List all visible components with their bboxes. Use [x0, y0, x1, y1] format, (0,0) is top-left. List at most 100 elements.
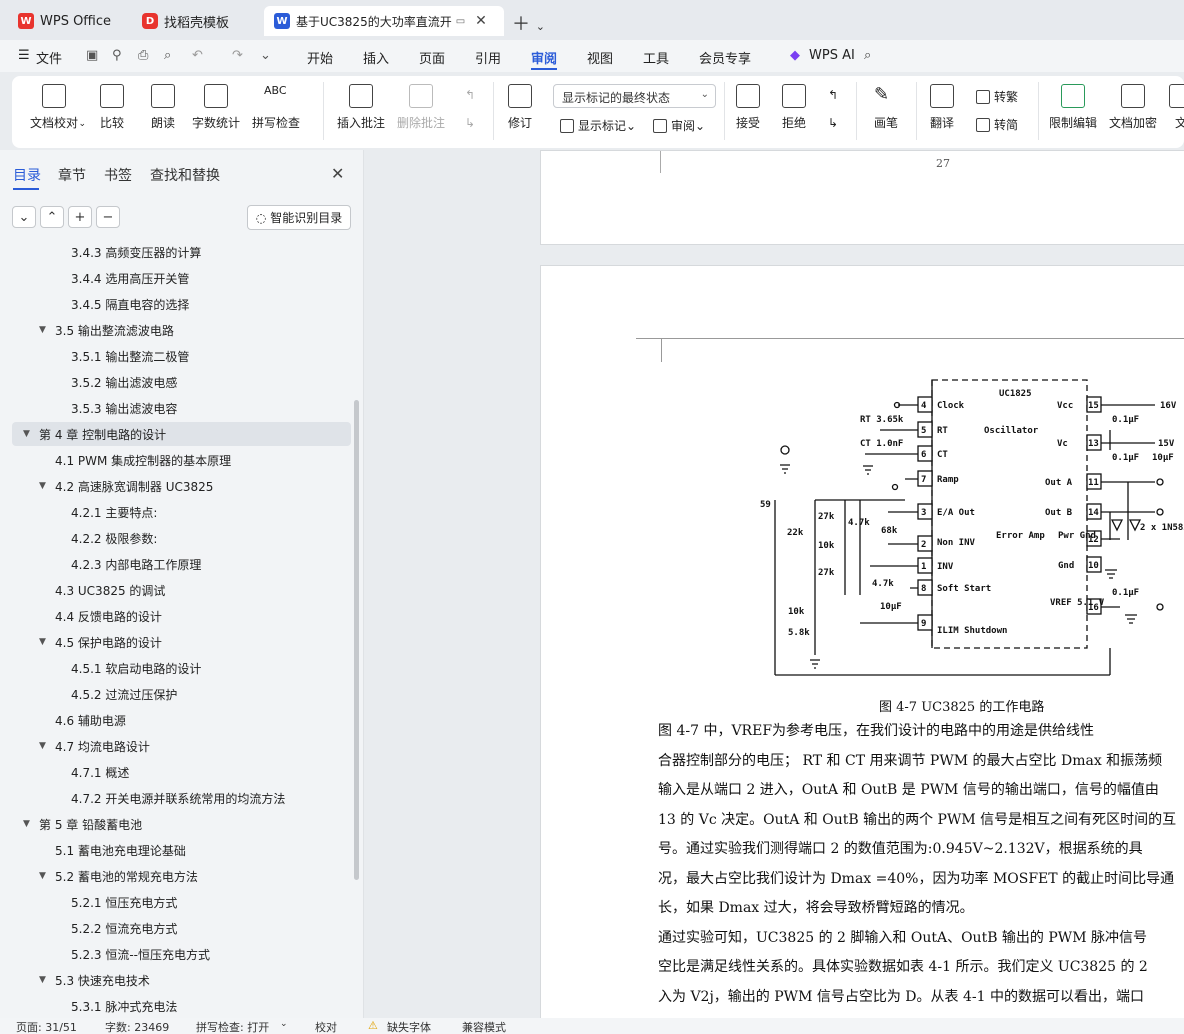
save-icon[interactable]: ▣	[86, 48, 98, 63]
link-icon[interactable]: ⚲	[112, 48, 122, 63]
toc-item[interactable]: ▼ 4.2 高速脉宽调制器 UC3825	[12, 474, 351, 498]
toc-item[interactable]: 4.2.1 主要特点:	[12, 500, 351, 524]
toc-item[interactable]: 5.1 蓄电池充电理论基础	[12, 838, 351, 862]
close-tab-icon[interactable]: ✕	[475, 13, 487, 29]
print-icon[interactable]: ⎙	[138, 48, 148, 63]
spell-check-status[interactable]: 拼写检查: 打开	[196, 1019, 269, 1034]
add-heading-icon[interactable]: +	[68, 206, 92, 228]
review-pane-button[interactable]: 审阅 ⌄	[653, 117, 705, 134]
word-count-button[interactable]: 字数统计	[192, 84, 240, 131]
toc-item[interactable]: ▼ 4.5 保护电路的设计	[12, 630, 351, 654]
next-comment-icon[interactable]: ↳	[465, 116, 475, 130]
expand-caret-icon[interactable]: ▼	[39, 871, 51, 881]
expand-caret-icon[interactable]: ▼	[39, 325, 51, 335]
undo-icon[interactable]: ↶	[192, 48, 203, 63]
show-markup-button[interactable]: 显示标记 ⌄	[560, 117, 636, 134]
toc-item[interactable]: ▼ 第 4 章 控制电路的设计	[12, 422, 351, 446]
tab-document[interactable]: W 基于UC3825的大功率直流开 ▭ ✕	[264, 6, 504, 36]
toc-scrollbar[interactable]	[354, 400, 359, 880]
tab-wps-office[interactable]: W WPS Office	[8, 6, 124, 36]
nav-tab-bookmarks[interactable]: 书签	[104, 165, 132, 185]
next-change-icon[interactable]: ↳	[828, 116, 838, 130]
word-count[interactable]: 字数: 23469	[105, 1019, 169, 1034]
new-tab-icon[interactable]: ＋ ⌄	[512, 10, 545, 36]
more-ribbon-button[interactable]: 文	[1169, 84, 1184, 131]
compare-button[interactable]: 比较	[100, 84, 124, 131]
prev-change-icon[interactable]: ↰	[828, 88, 838, 102]
toc-item[interactable]: 4.6 辅助电源	[12, 708, 351, 732]
menu-reference[interactable]: 引用	[475, 48, 501, 67]
menu-member[interactable]: 会员专享	[699, 48, 751, 67]
proofread-button[interactable]: 文档校对 ⌄	[30, 84, 86, 131]
expand-caret-icon[interactable]: ▼	[39, 481, 51, 491]
expand-caret-icon[interactable]: ▼	[39, 637, 51, 647]
toc-item[interactable]: 4.2.2 极限参数:	[12, 526, 351, 550]
nav-tab-chapters[interactable]: 章节	[58, 165, 86, 185]
expand-caret-icon[interactable]: ▼	[23, 819, 35, 829]
menu-home[interactable]: 开始	[307, 48, 333, 67]
toc-item[interactable]: ▼ 3.5 输出整流滤波电路	[12, 318, 351, 342]
hamburger-icon[interactable]: ☰	[18, 48, 30, 63]
markup-display-select[interactable]: 显示标记的最终状态 ⌄	[553, 84, 716, 108]
tab-docer[interactable]: D 找稻壳模板	[132, 6, 258, 36]
page-indicator[interactable]: 页面: 31/51	[16, 1019, 77, 1034]
toc-item[interactable]: 5.2.2 恒流充电方式	[12, 916, 351, 940]
read-aloud-button[interactable]: 朗读	[151, 84, 175, 131]
encrypt-button[interactable]: 文档加密	[1109, 84, 1157, 131]
nav-tab-toc[interactable]: 目录	[13, 165, 41, 185]
redo-icon[interactable]: ↷	[232, 48, 243, 63]
toc-item[interactable]: ▼ 4.7 均流电路设计	[12, 734, 351, 758]
menu-file[interactable]: 文件	[36, 48, 62, 67]
toc-item[interactable]: 5.2.3 恒流--恒压充电方式	[12, 942, 351, 966]
to-simplified-button[interactable]: 转简	[976, 116, 1018, 133]
toc-item[interactable]: 3.4.4 选用高压开关管	[12, 266, 351, 290]
collapse-down-icon[interactable]: ⌄	[12, 206, 36, 228]
prev-comment-icon[interactable]: ↰	[465, 88, 475, 102]
toc-item[interactable]: 3.5.3 输出滤波电容	[12, 396, 351, 420]
expand-caret-icon[interactable]: ▼	[39, 741, 51, 751]
toc-item[interactable]: 4.1 PWM 集成控制器的基本原理	[12, 448, 351, 472]
track-changes-button[interactable]: 修订	[508, 84, 532, 131]
proofread-status[interactable]: 校对	[315, 1019, 337, 1034]
toc-item[interactable]: 4.5.1 软启动电路的设计	[12, 656, 351, 680]
toc-item[interactable]: 3.4.5 隔直电容的选择	[12, 292, 351, 316]
remove-heading-icon[interactable]: −	[96, 206, 120, 228]
toc-item[interactable]: 3.4.3 高频变压器的计算	[12, 242, 351, 264]
accept-button[interactable]: 接受	[736, 84, 760, 131]
menu-insert[interactable]: 插入	[363, 48, 389, 67]
expand-caret-icon[interactable]: ▼	[23, 429, 35, 439]
delete-comment-button[interactable]: 删除批注	[397, 84, 445, 131]
toc-item[interactable]: 3.5.1 输出整流二极管	[12, 344, 351, 368]
collapse-up-icon[interactable]: ⌃	[40, 206, 64, 228]
toc-item[interactable]: ▼ 5.3 快速充电技术	[12, 968, 351, 992]
toc-item[interactable]: 4.3 UC3825 的调试	[12, 578, 351, 602]
search-icon[interactable]: ⌕	[864, 48, 871, 63]
print-preview-icon[interactable]: ⌕	[164, 48, 171, 63]
menu-tools[interactable]: 工具	[643, 48, 669, 67]
toc-item[interactable]: 4.7.2 开关电源并联系统常用的均流方法	[12, 786, 351, 810]
spell-check-button[interactable]: ABC 拼写检查	[252, 84, 300, 131]
expand-caret-icon[interactable]: ▼	[39, 975, 51, 985]
toc-item[interactable]: 4.7.1 概述	[12, 760, 351, 784]
nav-tab-find-replace[interactable]: 查找和替换	[150, 165, 220, 185]
more-chevron-icon[interactable]: ⌄	[260, 48, 271, 63]
menu-wps-ai[interactable]: WPS AI	[809, 48, 855, 63]
toc-item[interactable]: 4.2.3 内部电路工作原理	[12, 552, 351, 576]
translate-button[interactable]: 翻译	[930, 84, 954, 131]
toc-item[interactable]: 3.5.2 输出滤波电感	[12, 370, 351, 394]
toc-item[interactable]: ▼ 5.2 蓄电池的常规充电方法	[12, 864, 351, 888]
toc-item[interactable]: ▼ 第 5 章 铅酸蓄电池	[12, 812, 351, 836]
toc-item[interactable]: 4.4 反馈电路的设计	[12, 604, 351, 628]
menu-view[interactable]: 视图	[587, 48, 613, 67]
menu-review[interactable]: 审阅	[531, 48, 557, 67]
reject-button[interactable]: 拒绝	[782, 84, 806, 131]
insert-comment-button[interactable]: 插入批注	[337, 84, 385, 131]
toc-item[interactable]: 4.5.2 过流过压保护	[12, 682, 351, 706]
restrict-editing-button[interactable]: 限制编辑	[1049, 84, 1097, 131]
toc-item[interactable]: 5.3.1 脉冲式充电法	[12, 994, 351, 1018]
smart-toc-button[interactable]: ◌ 智能识别目录	[247, 205, 351, 230]
pen-button[interactable]: ✎ 画笔	[874, 84, 898, 131]
missing-font-status[interactable]: 缺失字体	[387, 1019, 431, 1034]
menu-page[interactable]: 页面	[419, 48, 445, 67]
to-traditional-button[interactable]: 转繁	[976, 88, 1018, 105]
